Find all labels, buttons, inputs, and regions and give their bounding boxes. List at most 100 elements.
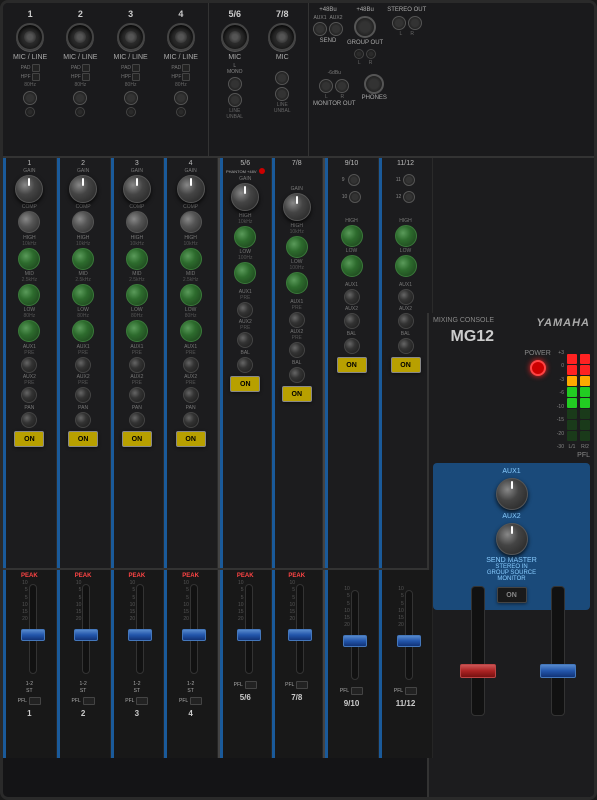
- ch4-low-knob[interactable]: [180, 320, 202, 342]
- ch3-on-button[interactable]: ON: [122, 431, 152, 447]
- ch1-gain-knob[interactable]: [15, 175, 43, 203]
- ch56-jack-r[interactable]: [228, 93, 242, 107]
- group-out-jack-l[interactable]: [354, 49, 364, 59]
- ch4-high-knob[interactable]: [180, 248, 202, 270]
- ch1112-aux2-knob[interactable]: [398, 313, 414, 329]
- ch3-mid-knob[interactable]: [126, 284, 148, 306]
- ch910-bal-knob[interactable]: [344, 338, 360, 354]
- monitor-on-button[interactable]: ON: [497, 587, 527, 603]
- ch910-fader[interactable]: [343, 635, 367, 647]
- ch78-on-button[interactable]: ON: [282, 386, 312, 402]
- ch3-pan-knob[interactable]: [129, 412, 145, 428]
- ch910-on-button[interactable]: ON: [337, 357, 367, 373]
- ch78-jack-r[interactable]: [275, 87, 289, 101]
- ch1112-on-button[interactable]: ON: [391, 357, 421, 373]
- ch2-pan-knob[interactable]: [75, 412, 91, 428]
- ch910-aux2-knob[interactable]: [344, 313, 360, 329]
- ch1-mid-knob[interactable]: [18, 284, 40, 306]
- ch56-fader[interactable]: [237, 629, 261, 641]
- ch3-aux2-knob[interactable]: [129, 387, 145, 403]
- ch1-on-button[interactable]: ON: [14, 431, 44, 447]
- monitor-out-jack-r[interactable]: [335, 79, 349, 93]
- ch3-gain-knob[interactable]: [123, 175, 151, 203]
- ch1-pan-knob[interactable]: [21, 412, 37, 428]
- ch1112-aux1-knob[interactable]: [398, 289, 414, 305]
- ch56-pfl-button[interactable]: [245, 681, 257, 689]
- ch78-pfl-button[interactable]: [296, 681, 308, 689]
- ch56-on-button[interactable]: ON: [230, 376, 260, 392]
- ch56-aux1-knob[interactable]: [237, 302, 253, 318]
- ch2-aux2-knob[interactable]: [75, 387, 91, 403]
- ch78-fader[interactable]: [288, 629, 312, 641]
- ch2-aux1-knob[interactable]: [75, 357, 91, 373]
- ch910-pfl-button[interactable]: [351, 687, 363, 695]
- ch3-fader[interactable]: [128, 629, 152, 641]
- ch1112-jack-r[interactable]: [403, 191, 415, 203]
- ch1-comp-knob[interactable]: [18, 211, 40, 233]
- ch2-on-button[interactable]: ON: [68, 431, 98, 447]
- aux1-send-jack[interactable]: [313, 22, 327, 36]
- ch4-fader[interactable]: [182, 629, 206, 641]
- ch2-pfl-button[interactable]: [83, 697, 95, 705]
- ch4-aux2-knob[interactable]: [183, 387, 199, 403]
- ch910-low-knob[interactable]: [341, 255, 363, 277]
- group-out-jack-r[interactable]: [366, 49, 376, 59]
- ch56-low-knob[interactable]: [234, 262, 256, 284]
- ch1-high-knob[interactable]: [18, 248, 40, 270]
- ch3-pfl-button[interactable]: [136, 697, 148, 705]
- ch4-comp-knob[interactable]: [180, 211, 202, 233]
- ch4-pan-knob[interactable]: [183, 412, 199, 428]
- ch4-gain-knob[interactable]: [177, 175, 205, 203]
- ch78-gain-knob[interactable]: [283, 193, 311, 221]
- ch2-fader[interactable]: [74, 629, 98, 641]
- ch56-jack-l[interactable]: [228, 77, 242, 91]
- stereo-out-jack-r[interactable]: [408, 16, 422, 30]
- ch78-high-knob[interactable]: [286, 236, 308, 258]
- ch2-jack[interactable]: [73, 91, 87, 105]
- ch1112-low-knob[interactable]: [395, 255, 417, 277]
- ch1-xlr[interactable]: [16, 23, 44, 51]
- ch2-mid-knob[interactable]: [72, 284, 94, 306]
- group-fader[interactable]: [460, 664, 496, 678]
- ch4-on-button[interactable]: ON: [176, 431, 206, 447]
- ch56-high-knob[interactable]: [234, 226, 256, 248]
- ch910-high-knob[interactable]: [341, 225, 363, 247]
- ch4-jack[interactable]: [174, 91, 188, 105]
- aux2-master-knob[interactable]: [496, 523, 528, 555]
- ch910-aux1-knob[interactable]: [344, 289, 360, 305]
- ch78-low-knob[interactable]: [286, 272, 308, 294]
- aux1-master-knob[interactable]: [496, 478, 528, 510]
- ch910-jack-l[interactable]: [348, 174, 360, 186]
- group-out-xlr[interactable]: [354, 16, 376, 38]
- ch56-aux2-knob[interactable]: [237, 332, 253, 348]
- ch3-high-knob[interactable]: [126, 248, 148, 270]
- ch1112-bal-knob[interactable]: [398, 338, 414, 354]
- ch3-comp-knob[interactable]: [126, 211, 148, 233]
- ch3-small-jack[interactable]: [126, 107, 136, 117]
- ch78-aux2-knob[interactable]: [289, 342, 305, 358]
- ch78-aux1-knob[interactable]: [289, 312, 305, 328]
- ch78-xlr[interactable]: [268, 23, 296, 51]
- ch1112-fader[interactable]: [397, 635, 421, 647]
- ch1-fader[interactable]: [21, 629, 45, 641]
- ch4-mid-knob[interactable]: [180, 284, 202, 306]
- ch78-bal-knob[interactable]: [289, 367, 305, 383]
- ch1-pfl-button[interactable]: [29, 697, 41, 705]
- monitor-out-jack-l[interactable]: [319, 79, 333, 93]
- ch56-gain-knob[interactable]: [231, 183, 259, 211]
- ch1112-pfl-button[interactable]: [405, 687, 417, 695]
- ch4-pfl-button[interactable]: [190, 697, 202, 705]
- ch1-low-knob[interactable]: [18, 320, 40, 342]
- stereo-fader[interactable]: [540, 664, 576, 678]
- ch4-small-jack[interactable]: [176, 107, 186, 117]
- ch4-xlr[interactable]: [167, 23, 195, 51]
- ch1112-jack-l[interactable]: [403, 174, 415, 186]
- ch4-aux1-knob[interactable]: [183, 357, 199, 373]
- ch910-jack-r[interactable]: [349, 191, 361, 203]
- ch2-small-jack[interactable]: [75, 107, 85, 117]
- ch2-high-knob[interactable]: [72, 248, 94, 270]
- ch78-jack-l[interactable]: [275, 71, 289, 85]
- ch3-jack[interactable]: [124, 91, 138, 105]
- ch2-gain-knob[interactable]: [69, 175, 97, 203]
- ch2-xlr[interactable]: [66, 23, 94, 51]
